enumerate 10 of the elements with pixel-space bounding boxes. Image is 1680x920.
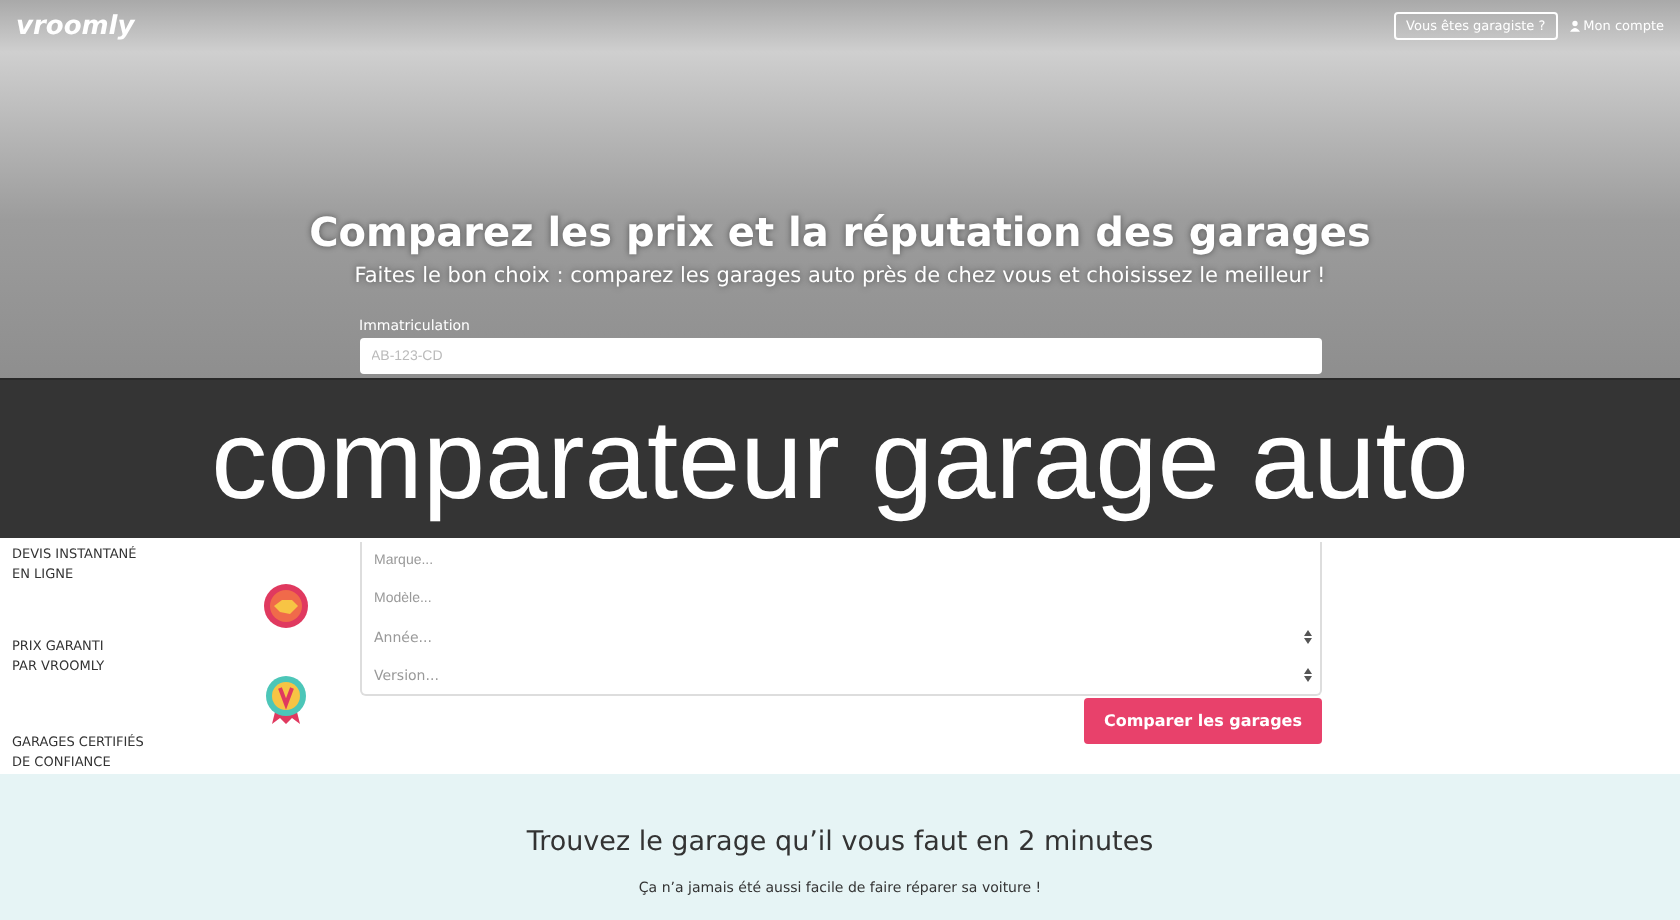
sort-arrows-icon <box>1304 668 1312 682</box>
section-title: Trouvez le garage qu’il vous faut en 2 minutes <box>526 826 1154 858</box>
compare-button[interactable]: Comparer les garages <box>1083 698 1322 744</box>
hero-title: Comparez les prix et la réputation des garages <box>309 208 1371 256</box>
user-icon <box>1569 20 1580 32</box>
logo[interactable]: vroomly <box>16 11 135 41</box>
sort-arrows-icon <box>1304 630 1312 644</box>
caption-text: comparateur garage auto <box>211 393 1469 523</box>
badge-icon <box>264 676 308 724</box>
hero-subtitle: Faites le bon choix : comparez les garages auto près de chez vous et choisissez le meilleur ! <box>354 264 1326 288</box>
